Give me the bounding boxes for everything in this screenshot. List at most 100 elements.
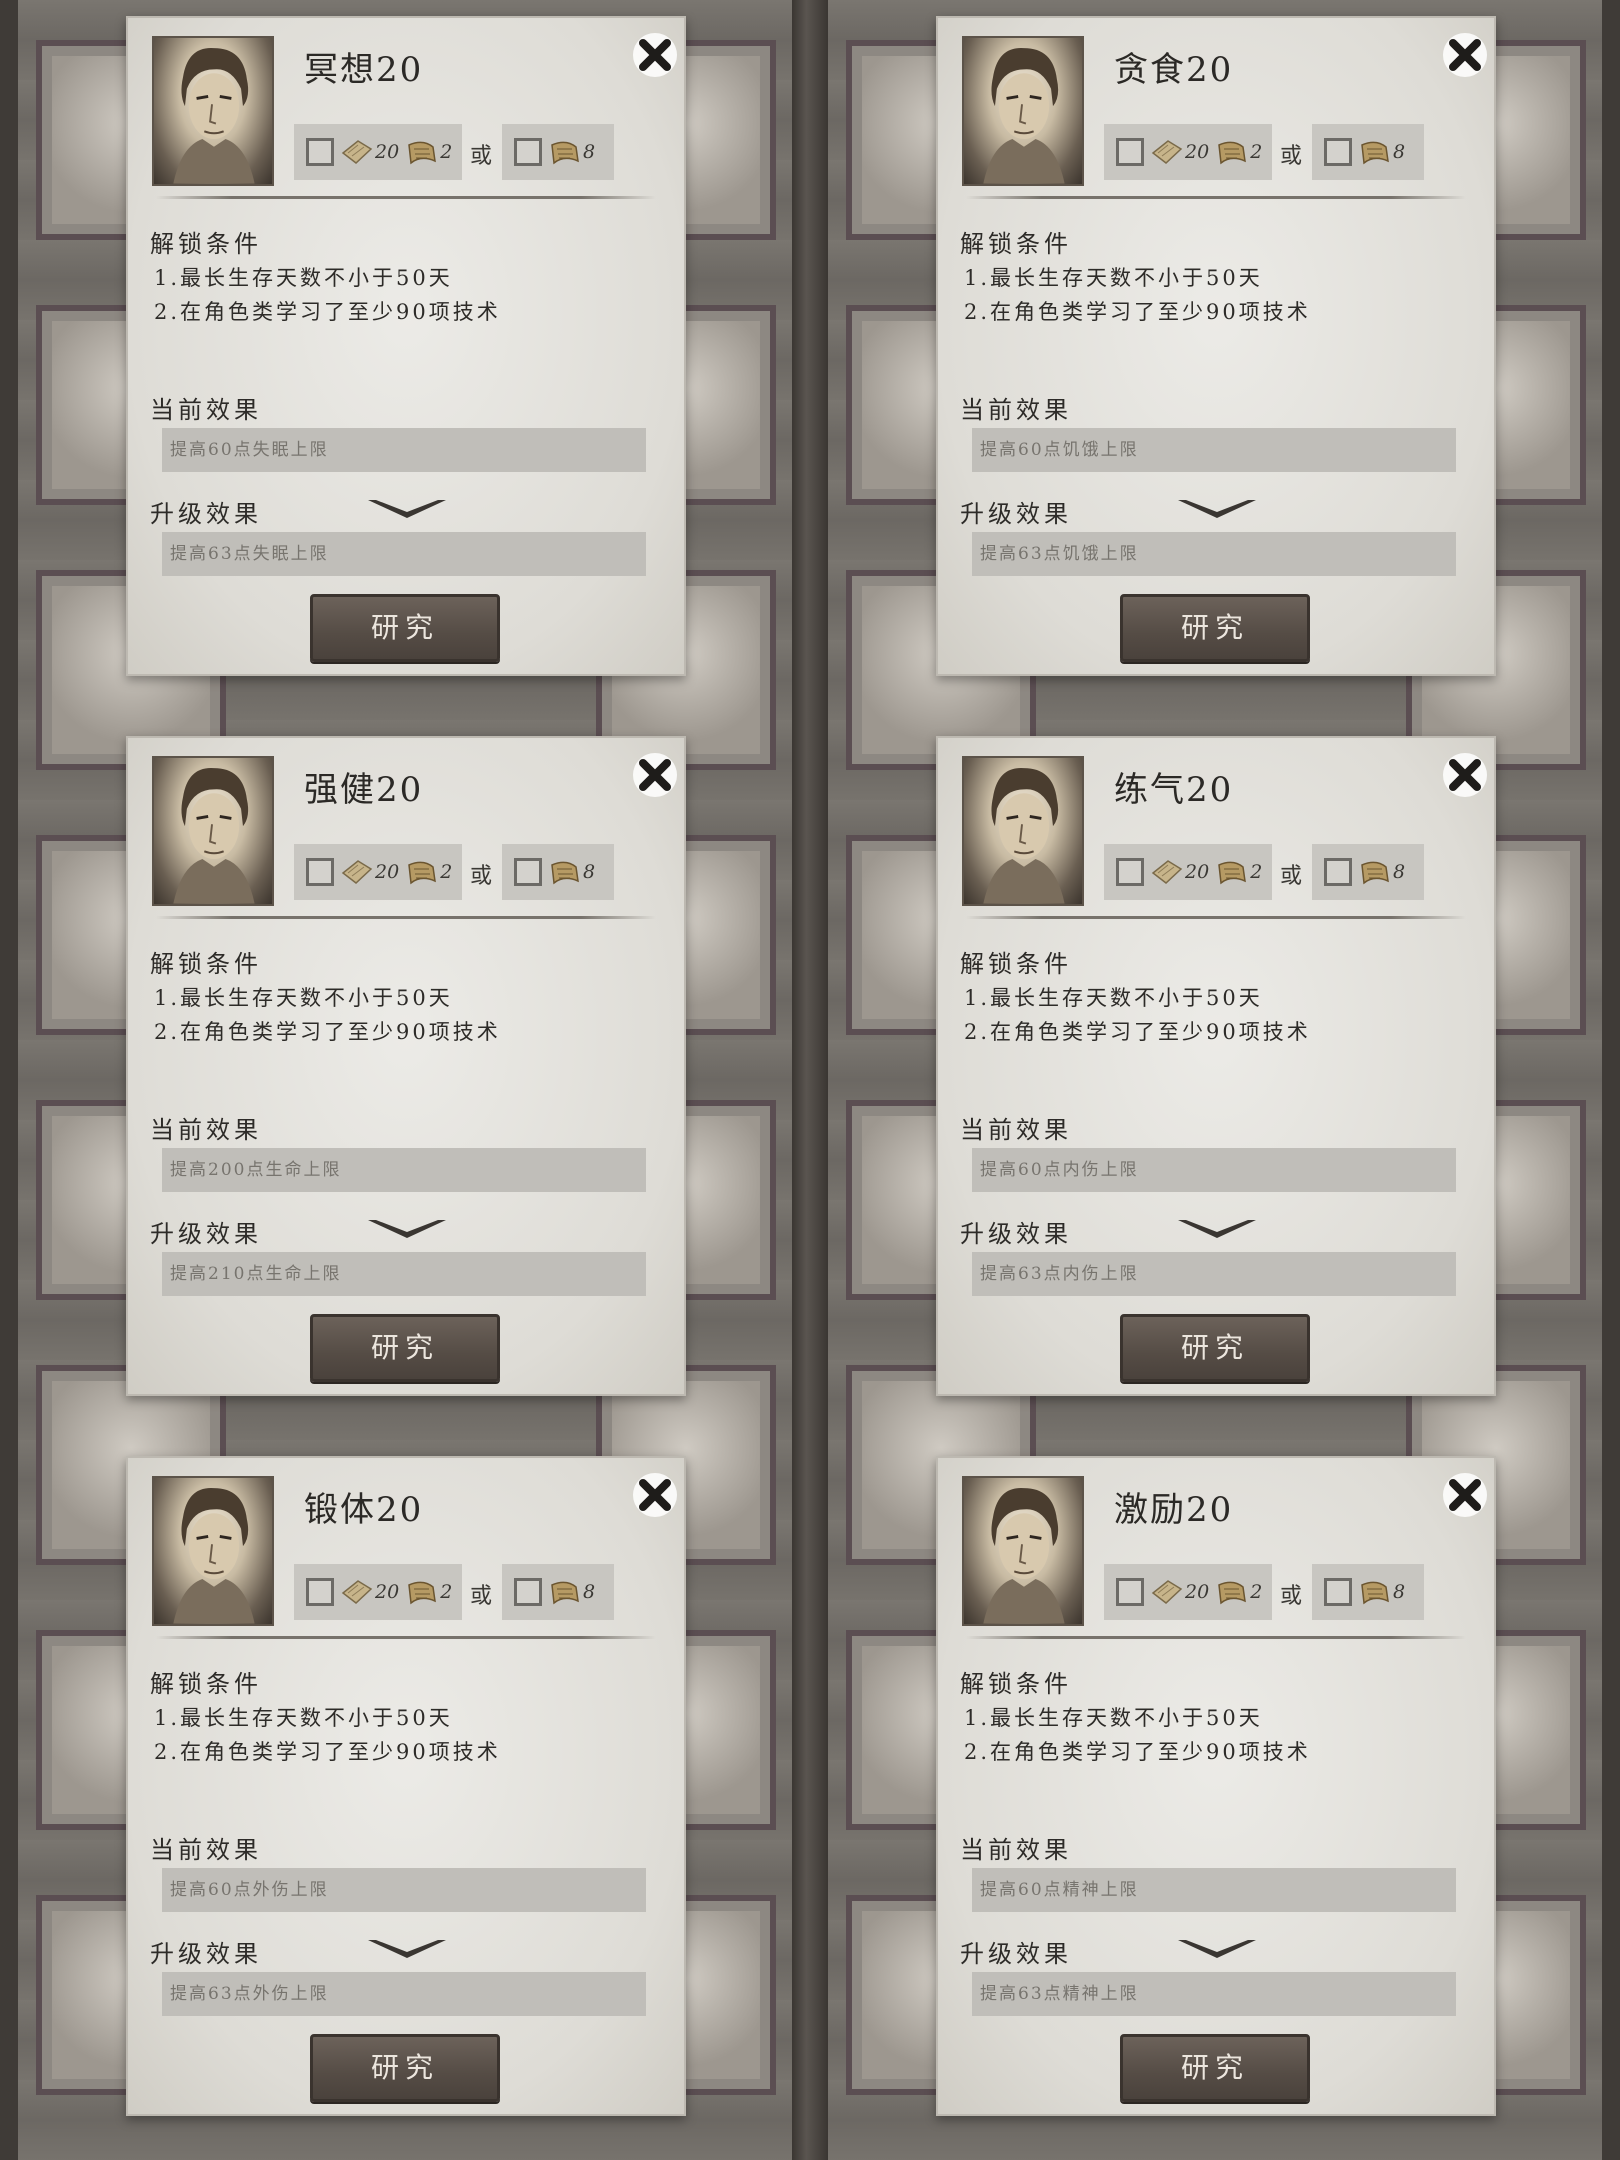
current-effect-label: 当前效果	[960, 396, 1072, 424]
wood-plank-count: 20	[375, 1581, 400, 1603]
scroll-count: 2	[1250, 1581, 1263, 1603]
character-portrait-image	[173, 768, 255, 904]
cost-option-checkbox[interactable]	[514, 138, 542, 166]
cost-option-scroll[interactable]: 8	[502, 844, 614, 900]
scroll-cost: 8	[548, 137, 595, 167]
cost-option-checkbox[interactable]	[1116, 138, 1144, 166]
scroll-count: 2	[440, 861, 453, 883]
wood-plank-icon	[341, 140, 373, 164]
unlock-condition-1: 1.最长生存天数不小于50天	[964, 266, 1263, 290]
close-button[interactable]	[1440, 1470, 1490, 1520]
current-effect-label: 当前效果	[150, 1116, 262, 1144]
research-button[interactable]: 研究	[310, 1314, 500, 1382]
header-divider	[156, 916, 656, 919]
research-button[interactable]: 研究	[310, 2034, 500, 2102]
chevron-down-icon[interactable]	[1174, 1934, 1260, 1964]
character-portrait-image	[983, 1488, 1065, 1624]
wood-plank-count: 20	[375, 141, 400, 163]
column-divider	[792, 0, 828, 2160]
current-effect-value: 提高60点失眠上限	[162, 428, 646, 472]
wood-plank-cost: 20	[340, 137, 399, 167]
cost-option-scroll[interactable]: 8	[502, 1564, 614, 1620]
research-button[interactable]: 研究	[1120, 594, 1310, 662]
upgrade-effect-label: 升级效果	[960, 1940, 1072, 1968]
character-portrait-image	[983, 48, 1065, 184]
cost-option-checkbox[interactable]	[306, 138, 334, 166]
cost-option-materials[interactable]: 20 2	[1104, 844, 1272, 900]
cost-option-checkbox[interactable]	[306, 858, 334, 886]
character-portrait	[962, 756, 1084, 906]
close-icon	[633, 33, 677, 77]
close-button[interactable]	[630, 1470, 680, 1520]
close-button[interactable]	[1440, 750, 1490, 800]
current-effect-label: 当前效果	[150, 396, 262, 424]
character-portrait	[152, 756, 274, 906]
wood-plank-count: 20	[1185, 1581, 1210, 1603]
close-icon	[633, 1473, 677, 1517]
character-portrait	[962, 1476, 1084, 1626]
cost-option-checkbox[interactable]	[1116, 858, 1144, 886]
cost-option-scroll[interactable]: 8	[1312, 124, 1424, 180]
cost-option-materials[interactable]: 20 2	[1104, 124, 1272, 180]
skill-title: 激励20	[1114, 1490, 1234, 1530]
close-button[interactable]	[1440, 30, 1490, 80]
scroll-count: 8	[1393, 1581, 1406, 1603]
research-button[interactable]: 研究	[310, 594, 500, 662]
upgrade-effect-label: 升级效果	[960, 500, 1072, 528]
chevron-down-icon[interactable]	[364, 1934, 450, 1964]
scroll-cost: 2	[1215, 1577, 1262, 1607]
skill-title: 强健20	[304, 770, 424, 810]
cost-option-checkbox[interactable]	[514, 858, 542, 886]
scroll-icon	[1218, 141, 1247, 165]
cost-option-materials[interactable]: 20 2	[1104, 1564, 1272, 1620]
upgrade-effect-label: 升级效果	[150, 1220, 262, 1248]
unlock-conditions-label: 解锁条件	[150, 950, 262, 978]
cost-option-materials[interactable]: 20 2	[294, 124, 462, 180]
wood-plank-count: 20	[1185, 141, 1210, 163]
close-icon	[1443, 1473, 1487, 1517]
unlock-condition-1: 1.最长生存天数不小于50天	[964, 986, 1263, 1010]
close-icon	[633, 753, 677, 797]
scroll-cost: 8	[1358, 1577, 1405, 1607]
cost-option-scroll[interactable]: 8	[1312, 844, 1424, 900]
close-button[interactable]	[630, 30, 680, 80]
wood-plank-cost: 20	[1150, 137, 1209, 167]
unlock-conditions-label: 解锁条件	[150, 230, 262, 258]
cost-option-checkbox[interactable]	[1324, 138, 1352, 166]
cost-option-checkbox[interactable]	[306, 1578, 334, 1606]
current-effect-value: 提高60点精神上限	[972, 1868, 1456, 1912]
research-button[interactable]: 研究	[1120, 1314, 1310, 1382]
cost-option-scroll[interactable]: 8	[502, 124, 614, 180]
chevron-down-icon[interactable]	[1174, 1214, 1260, 1244]
upgrade-effect-value: 提高63点内伤上限	[972, 1252, 1456, 1296]
scroll-count: 8	[583, 141, 596, 163]
unlock-condition-2: 2.在角色类学习了至少90项技术	[964, 300, 1311, 324]
cost-option-checkbox[interactable]	[1324, 1578, 1352, 1606]
scroll-icon	[1361, 1581, 1389, 1605]
wood-plank-cost: 20	[340, 857, 399, 887]
cost-option-checkbox[interactable]	[1116, 1578, 1144, 1606]
cost-option-materials[interactable]: 20 2	[294, 844, 462, 900]
research-button[interactable]: 研究	[1120, 2034, 1310, 2102]
wood-plank-count: 20	[375, 861, 400, 883]
unlock-condition-2: 2.在角色类学习了至少90项技术	[964, 1740, 1311, 1764]
close-button[interactable]	[630, 750, 680, 800]
scroll-count: 8	[1393, 141, 1406, 163]
scroll-count: 2	[1250, 861, 1263, 883]
character-portrait-image	[173, 1488, 255, 1624]
chevron-down-icon[interactable]	[364, 494, 450, 524]
scroll-cost: 2	[1215, 857, 1262, 887]
current-effect-label: 当前效果	[960, 1836, 1072, 1864]
chevron-down-icon[interactable]	[1174, 494, 1260, 524]
scroll-count: 2	[1250, 141, 1263, 163]
cost-option-materials[interactable]: 20 2	[294, 1564, 462, 1620]
cost-option-checkbox[interactable]	[1324, 858, 1352, 886]
skill-title: 练气20	[1114, 770, 1234, 810]
chevron-down-icon[interactable]	[364, 1214, 450, 1244]
cost-option-checkbox[interactable]	[514, 1578, 542, 1606]
cost-option-scroll[interactable]: 8	[1312, 1564, 1424, 1620]
header-divider	[156, 196, 656, 199]
scroll-icon	[551, 1581, 579, 1605]
or-separator: 或	[1280, 1584, 1303, 1609]
character-portrait	[962, 36, 1084, 186]
